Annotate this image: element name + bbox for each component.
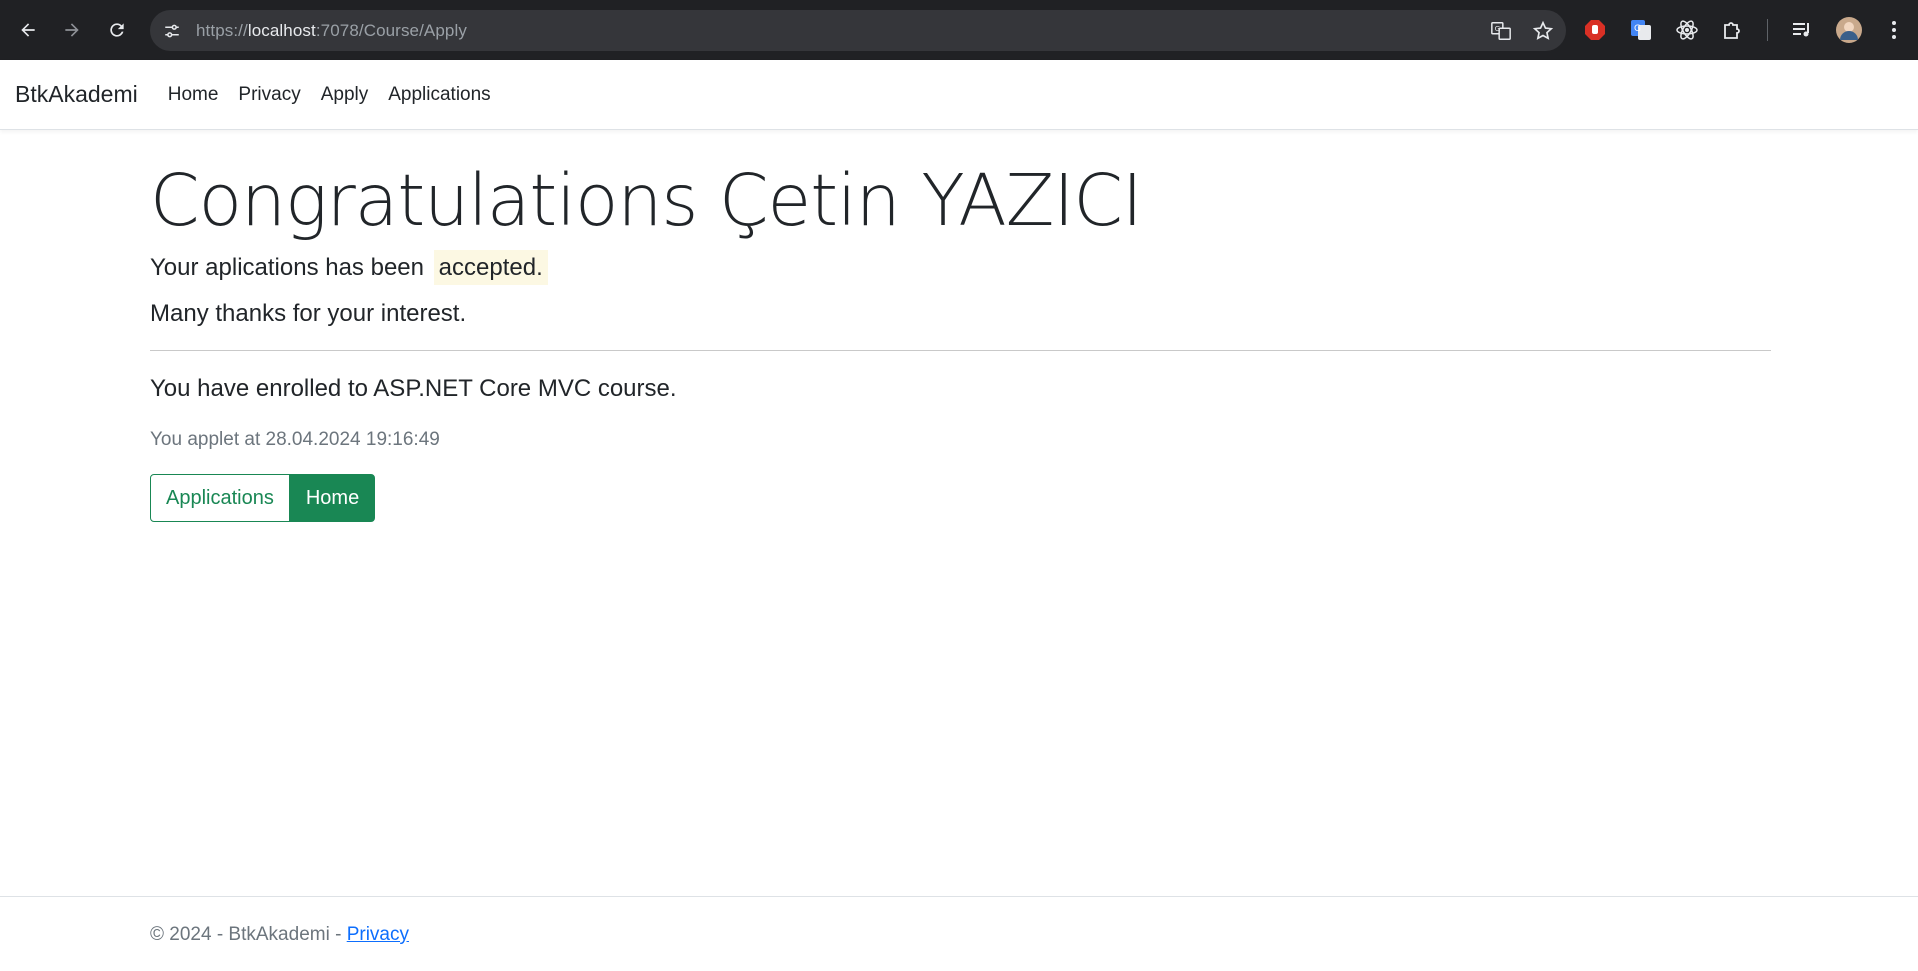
enrolled-course-text: You have enrolled to ASP.NET Core MVC co…: [150, 375, 677, 403]
address-bar[interactable]: https://localhost:7078/Course/Apply G: [150, 10, 1566, 51]
site-footer: © 2024 - BtkAkademi - Privacy: [0, 896, 1918, 971]
copyright-text: © 2024 - BtkAkademi -: [150, 924, 347, 945]
site-navbar: BtkAkademi Home Privacy Apply Applicatio…: [0, 60, 1918, 130]
site-settings-icon[interactable]: [158, 17, 186, 45]
nav-link-home[interactable]: Home: [158, 84, 229, 106]
google-translate-extension-icon[interactable]: G: [1629, 18, 1653, 42]
forward-button[interactable]: [55, 13, 89, 47]
toolbar-divider: [1767, 19, 1768, 41]
nav-link-apply[interactable]: Apply: [311, 84, 379, 106]
navbar-brand[interactable]: BtkAkademi: [15, 81, 138, 108]
reload-icon: [110, 23, 124, 37]
footer-privacy-link[interactable]: Privacy: [347, 924, 409, 945]
browser-toolbar: https://localhost:7078/Course/Apply G G: [0, 0, 1918, 61]
applications-button[interactable]: Applications: [150, 474, 290, 523]
applied-date-text: You applet at 28.04.2024 19:16:49: [150, 429, 440, 451]
reload-button[interactable]: [100, 13, 134, 47]
react-devtools-icon[interactable]: [1675, 18, 1699, 42]
bookmark-star-icon[interactable]: [1532, 20, 1554, 42]
arrow-left-icon: [21, 23, 35, 37]
nav-link-applications[interactable]: Applications: [378, 84, 500, 106]
svg-text:G: G: [1634, 24, 1641, 34]
chrome-menu-icon[interactable]: [1884, 18, 1904, 42]
action-button-group: Applications Home: [150, 474, 1771, 523]
translate-icon[interactable]: G: [1490, 20, 1512, 42]
extensions-puzzle-icon[interactable]: [1721, 18, 1745, 42]
url-path: :7078/Course/Apply: [315, 20, 467, 40]
adblock-extension-icon[interactable]: [1583, 18, 1607, 42]
arrow-right-icon: [65, 23, 79, 37]
nav-link-privacy[interactable]: Privacy: [228, 84, 310, 106]
url-text[interactable]: https://localhost:7078/Course/Apply: [196, 21, 467, 41]
url-scheme: https://: [196, 20, 248, 40]
media-controls-icon[interactable]: [1790, 18, 1814, 42]
status-text: Your aplications has been: [150, 254, 424, 282]
back-button[interactable]: [11, 13, 45, 47]
footer-text: © 2024 - BtkAkademi - Privacy: [150, 924, 409, 946]
main-content: Congratulations Çetin YAZICI Your aplica…: [150, 129, 1771, 523]
divider: [150, 350, 1771, 352]
url-host: localhost: [247, 20, 316, 40]
thanks-text: Many thanks for your interest.: [150, 300, 467, 328]
profile-avatar[interactable]: [1836, 17, 1862, 43]
page-title: Congratulations Çetin YAZICI: [150, 159, 1143, 242]
status-badge: accepted.: [433, 250, 548, 286]
status-line: Your aplications has been accepted.: [150, 250, 1771, 286]
home-button[interactable]: Home: [289, 474, 376, 523]
svg-text:G: G: [1495, 24, 1501, 33]
